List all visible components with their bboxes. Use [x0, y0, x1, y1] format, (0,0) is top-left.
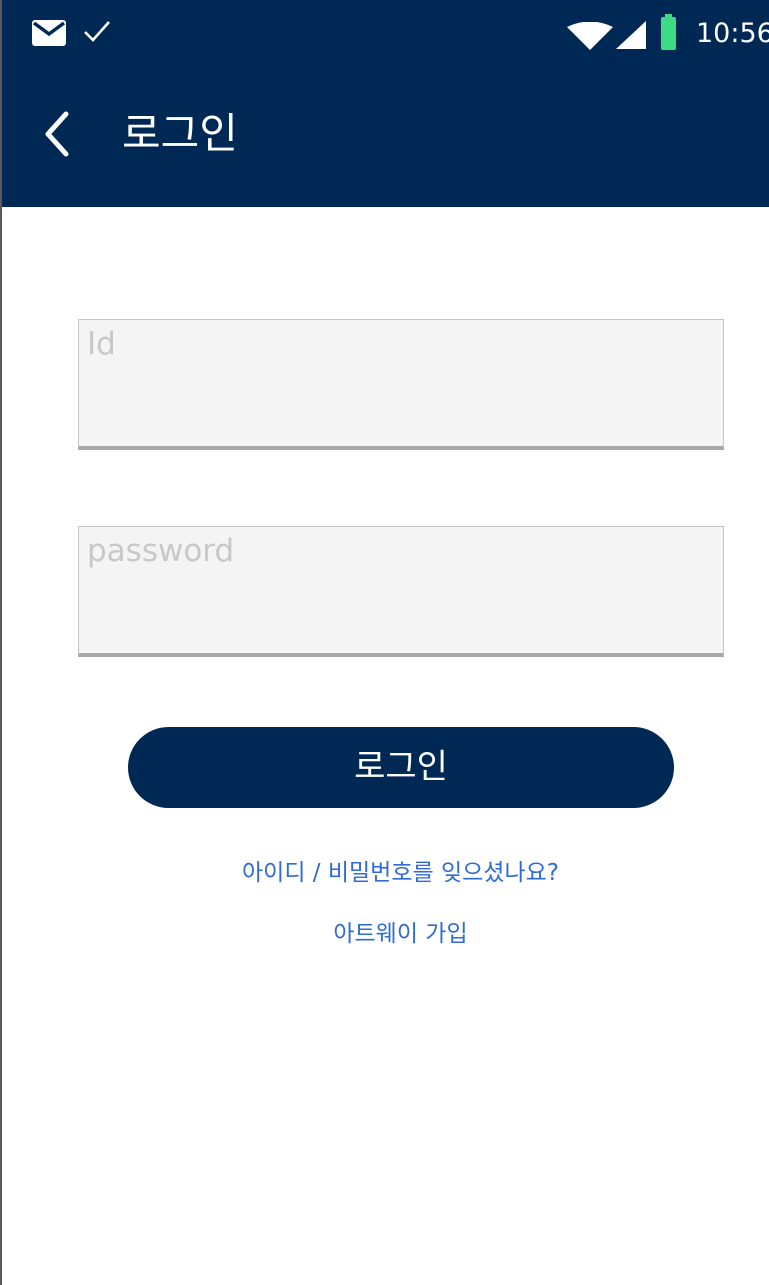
id-field[interactable]: Id — [78, 319, 724, 450]
battery-icon — [661, 14, 676, 50]
cell-signal-icon — [616, 21, 646, 49]
app-bar: 로그인 — [2, 66, 769, 207]
status-time: 10:56 — [696, 18, 769, 49]
mail-icon — [32, 20, 66, 46]
forgot-credentials-link[interactable]: 아이디 / 비밀번호를 잊으셨나요? — [2, 858, 769, 888]
header: 10:56 로그인 — [2, 0, 769, 207]
page-title: 로그인 — [122, 109, 238, 158]
password-field[interactable]: password — [78, 526, 724, 657]
id-input[interactable] — [79, 320, 723, 446]
login-screen: 10:56 로그인 Id password 로그인 아이디 / 비밀번호를 잊으… — [0, 0, 769, 1285]
login-button[interactable]: 로그인 — [128, 727, 674, 808]
wifi-icon — [567, 22, 613, 50]
signup-link[interactable]: 아트웨이 가입 — [2, 919, 769, 949]
chevron-left-icon[interactable] — [38, 108, 78, 160]
status-bar: 10:56 — [2, 0, 769, 66]
check-icon — [84, 21, 110, 42]
password-input[interactable] — [79, 527, 723, 653]
